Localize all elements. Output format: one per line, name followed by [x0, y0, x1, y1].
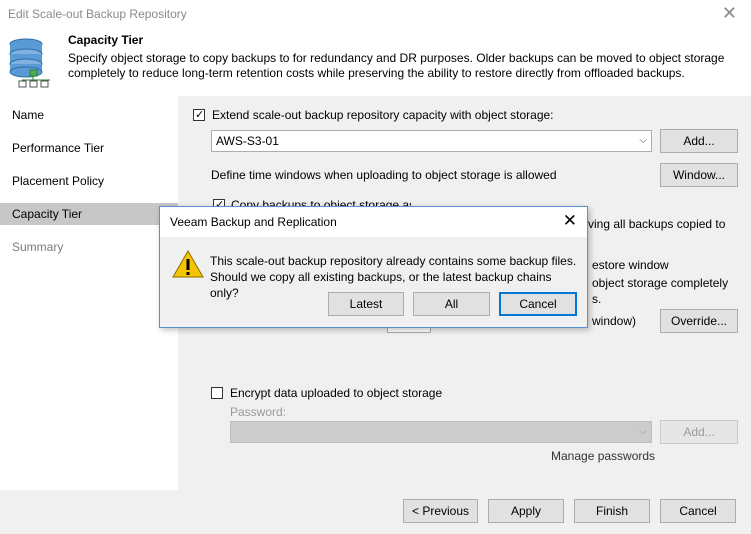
dialog-title: Veeam Backup and Replication [170, 215, 337, 229]
override-button[interactable]: Override... [660, 309, 738, 333]
password-label: Password: [230, 405, 287, 419]
dialog-message-line-1: This scale-out backup repository already… [210, 254, 577, 268]
object-storage-select[interactable]: AWS-S3-01 ⌵ [211, 130, 652, 152]
dialog-titlebar: Veeam Backup and Replication ✕ [160, 207, 587, 237]
previous-button[interactable]: < Previous [403, 499, 478, 523]
add-object-storage-button[interactable]: Add... [660, 129, 738, 153]
move-completely-fragment: object storage completely [592, 276, 729, 290]
move-completely-fragment-2: s. [592, 292, 602, 306]
wizard-footer: < Previous Apply Finish Cancel [0, 490, 751, 534]
wizard-header: Capacity Tier Specify object storage to … [0, 28, 751, 90]
sidebar-item-summary: Summary [12, 240, 64, 254]
extend-capacity-label: Extend scale-out backup repository capac… [212, 108, 554, 122]
all-button[interactable]: All [413, 292, 490, 316]
window-close-icon[interactable]: ✕ [722, 2, 737, 24]
header-description: Specify object storage to copy backups t… [68, 51, 725, 80]
sidebar-item-capacity-tier[interactable]: Capacity Tier [0, 203, 178, 225]
window-titlebar: Edit Scale-out Backup Repository ✕ [0, 0, 751, 28]
window-title: Edit Scale-out Backup Repository [8, 7, 187, 21]
warning-icon [172, 249, 204, 278]
dialog-close-icon[interactable]: ✕ [563, 211, 577, 231]
restore-window-fragment: estore window [592, 258, 669, 272]
apply-button[interactable]: Apply [488, 499, 564, 523]
add-password-button: Add... [660, 420, 738, 444]
manage-passwords-link[interactable]: Manage passwords [551, 449, 655, 463]
time-window-label: Define time windows when uploading to ob… [211, 168, 557, 182]
object-storage-value: AWS-S3-01 [216, 134, 279, 148]
wizard-sidebar: Name Performance Tier Placement Policy C… [0, 96, 178, 490]
override-window-fragment: window) [592, 314, 637, 328]
cancel-button[interactable]: Cancel [660, 499, 736, 523]
extend-capacity-checkbox[interactable] [193, 109, 205, 121]
chevron-down-icon: ⌵ [639, 135, 647, 146]
header-title: Capacity Tier [68, 33, 144, 47]
sidebar-item-name[interactable]: Name [0, 104, 178, 126]
sidebar-item-performance-tier[interactable]: Performance Tier [0, 137, 178, 159]
chevron-down-icon: ⌵ [639, 426, 647, 437]
finish-button[interactable]: Finish [574, 499, 650, 523]
window-button[interactable]: Window... [660, 163, 738, 187]
dialog-cancel-button[interactable]: Cancel [499, 292, 577, 316]
encrypt-label: Encrypt data uploaded to object storage [230, 386, 443, 400]
encrypt-checkbox[interactable] [211, 387, 223, 399]
sidebar-item-placement-policy[interactable]: Placement Policy [0, 170, 178, 192]
latest-button[interactable]: Latest [328, 292, 404, 316]
password-select: ⌵ [230, 421, 652, 443]
move-backups-label-fragment: ving all backups copied to [588, 217, 726, 231]
confirm-dialog: Veeam Backup and Replication ✕ This scal… [159, 206, 588, 328]
repository-icon [9, 38, 50, 88]
